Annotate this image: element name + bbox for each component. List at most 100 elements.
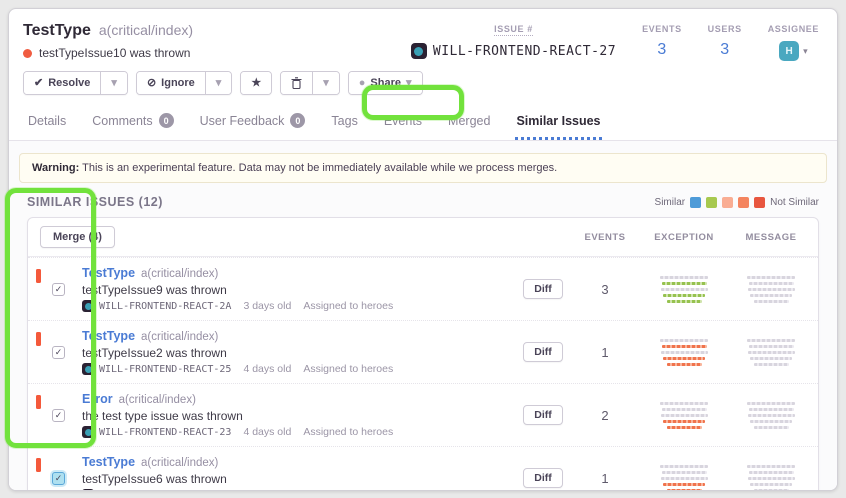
row-short-id: WILL-FRONTEND-REACT-28	[82, 489, 231, 491]
delete-button-group: ▾	[280, 71, 340, 95]
page: TestType a(critical/index) testTypeIssue…	[0, 0, 846, 498]
row-assignment: Assigned to heroes	[303, 489, 393, 491]
diff-button[interactable]: Diff	[523, 405, 563, 425]
issue-number-label: ISSUE #	[494, 24, 533, 36]
message-similarity-bars	[730, 402, 812, 429]
diff-button[interactable]: Diff	[523, 342, 563, 362]
issue-stats: ISSUE # WILL-FRONTEND-REACT-27 EVENTS 3 …	[411, 22, 819, 61]
events-label: EVENTS	[642, 24, 682, 34]
exception-similarity-bars	[638, 402, 730, 429]
error-level-bar	[36, 395, 41, 409]
events-count-link[interactable]: 3	[657, 41, 666, 59]
column-message: MESSAGE	[730, 232, 812, 243]
bookmark-button[interactable]: ★	[241, 72, 271, 94]
row-events-count: 1	[572, 345, 638, 360]
row-issue-link[interactable]: TestType	[82, 266, 135, 280]
row-events-count: 2	[572, 408, 638, 423]
row-checkbox[interactable]: ✓	[52, 472, 65, 485]
chevron-down-icon: ▾	[803, 46, 808, 57]
row-age: 3 days old	[243, 489, 291, 491]
project-platform-icon	[82, 426, 94, 438]
row-events-count: 1	[572, 471, 638, 486]
mute-icon: ⊘	[147, 76, 156, 90]
issue-heading-block: TestType a(critical/index) testTypeIssue…	[23, 22, 193, 60]
delete-button[interactable]	[281, 72, 312, 94]
share-button[interactable]: ● Share ▾	[349, 72, 422, 94]
issue-short-id[interactable]: WILL-FRONTEND-REACT-27	[411, 43, 616, 59]
assignee-selector[interactable]: H ▾	[779, 41, 808, 61]
tab-tags[interactable]: Tags	[330, 107, 358, 140]
star-icon: ★	[251, 76, 261, 90]
column-exception: EXCEPTION	[638, 232, 730, 243]
assignee-label: ASSIGNEE	[768, 24, 819, 34]
similarity-swatches	[690, 197, 765, 208]
diff-button[interactable]: Diff	[523, 468, 563, 488]
tab-user-feedback[interactable]: User Feedback0	[199, 107, 307, 140]
row-short-id: WILL-FRONTEND-REACT-23	[82, 426, 231, 438]
tab-events[interactable]: Events	[383, 107, 423, 140]
tab-merged[interactable]: Merged	[447, 107, 491, 140]
diff-button[interactable]: Diff	[523, 279, 563, 299]
users-label: USERS	[708, 24, 742, 34]
project-platform-icon	[82, 300, 94, 312]
issue-tabs: Details Comments0 User Feedback0 Tags Ev…	[9, 107, 837, 141]
row-assignment: Assigned to heroes	[303, 363, 393, 375]
message-similarity-bars	[730, 339, 812, 366]
issue-header: TestType a(critical/index) testTypeIssue…	[9, 9, 837, 95]
resolve-button[interactable]: ✔ Resolve	[24, 72, 100, 94]
similarity-swatch	[706, 197, 717, 208]
tab-comments[interactable]: Comments0	[91, 107, 174, 140]
similar-issues-table: Merge (4) EVENTS EXCEPTION MESSAGE ✓ Tes…	[27, 217, 819, 491]
feedback-count-badge: 0	[290, 113, 305, 128]
column-events: EVENTS	[572, 232, 638, 243]
similar-issue-row: ✓ Error a(critical/index) the test type …	[28, 383, 818, 446]
experimental-warning-banner: Warning: This is an experimental feature…	[19, 153, 827, 183]
merge-button[interactable]: Merge (4)	[40, 226, 115, 248]
row-checkbox[interactable]: ✓	[52, 346, 65, 359]
table-header: Merge (4) EVENTS EXCEPTION MESSAGE	[28, 218, 818, 257]
issue-title: TestType	[23, 22, 91, 40]
exception-similarity-bars	[638, 465, 730, 492]
ignore-dropdown-button[interactable]: ▾	[205, 72, 232, 94]
similarity-swatch	[754, 197, 765, 208]
error-level-bar	[36, 332, 41, 346]
users-count-link[interactable]: 3	[720, 41, 729, 59]
error-level-bar	[36, 269, 41, 283]
row-issue-link[interactable]: TestType	[82, 329, 135, 343]
stat-users: USERS 3	[708, 24, 742, 59]
share-button-group: ● Share ▾	[348, 71, 423, 95]
stat-events: EVENTS 3	[642, 24, 682, 59]
ignore-button[interactable]: ⊘ Ignore	[137, 72, 205, 94]
similar-issue-row: ✓ TestType a(critical/index) testTypeIss…	[28, 257, 818, 320]
assignee-avatar[interactable]: H	[779, 41, 799, 61]
similarity-legend: Similar Not Similar	[655, 197, 819, 208]
row-issue-link[interactable]: Error	[82, 392, 113, 406]
similar-issue-row: ✓ TestType a(critical/index) testTypeIss…	[28, 446, 818, 491]
resolve-button-group: ✔ Resolve ▾	[23, 71, 128, 95]
delete-dropdown-button[interactable]: ▾	[312, 72, 339, 94]
tab-details[interactable]: Details	[27, 107, 67, 140]
resolve-dropdown-button[interactable]: ▾	[100, 72, 127, 94]
row-checkbox[interactable]: ✓	[52, 409, 65, 422]
row-issue-link[interactable]: TestType	[82, 455, 135, 469]
row-assignment: Assigned to heroes	[303, 300, 393, 312]
chevron-down-icon: ▾	[406, 76, 412, 90]
check-icon: ✔	[34, 76, 43, 90]
project-platform-icon	[411, 43, 427, 59]
share-icon: ●	[359, 76, 366, 90]
tab-similar-issues[interactable]: Similar Issues	[515, 107, 601, 140]
row-checkbox[interactable]: ✓	[52, 283, 65, 296]
message-similarity-bars	[730, 276, 812, 303]
chevron-down-icon: ▾	[111, 76, 117, 90]
exception-similarity-bars	[638, 339, 730, 366]
row-age: 3 days old	[243, 300, 291, 312]
similarity-swatch	[722, 197, 733, 208]
row-short-id: WILL-FRONTEND-REACT-2A	[82, 300, 231, 312]
comments-count-badge: 0	[159, 113, 174, 128]
error-level-bar	[36, 458, 41, 472]
message-similarity-bars	[730, 465, 812, 492]
exception-similarity-bars	[638, 276, 730, 303]
similarity-swatch	[738, 197, 749, 208]
similar-issues-body: Warning: This is an experimental feature…	[9, 141, 837, 491]
issue-event-message: testTypeIssue10 was thrown	[39, 46, 190, 60]
